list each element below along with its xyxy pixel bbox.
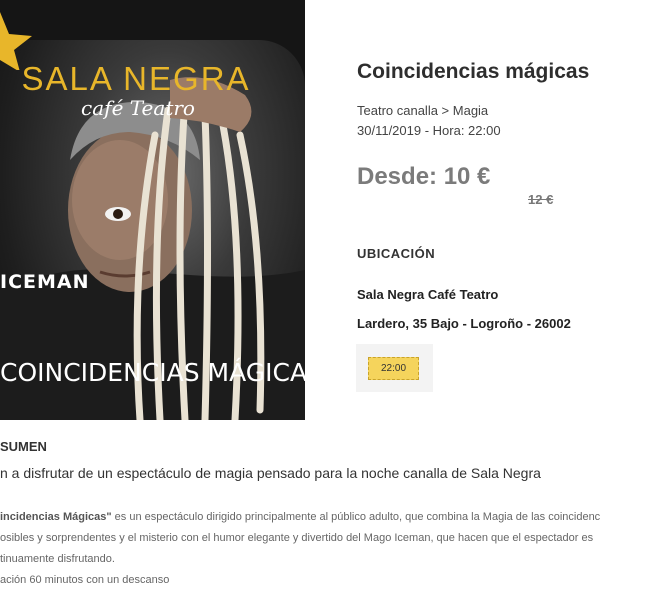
event-poster: SALA NEGRA café Teatro ICEMAN COINCIDENC… xyxy=(0,0,305,420)
summary-line-1: incidencias Mágicas" es un espectáculo d… xyxy=(0,507,660,528)
event-title: Coincidencias mágicas xyxy=(357,60,590,83)
venue-address: Lardero, 35 Bajo - Logroño - 26002 xyxy=(357,316,571,331)
summary-body: incidencias Mágicas" es un espectáculo d… xyxy=(0,507,660,570)
session-selector: 22:00 xyxy=(356,344,433,392)
poster-show-title: COINCIDENCIAS MÁGICAS xyxy=(0,358,305,387)
price-from: Desde: 10 € xyxy=(357,163,491,190)
location-heading: UBICACIÓN xyxy=(357,246,436,261)
summary-show-title: incidencias Mágicas" xyxy=(0,511,112,523)
duration-info: ación 60 minutos con un descanso xyxy=(0,574,170,586)
venue-name: Sala Negra Café Teatro xyxy=(357,287,499,302)
summary-line-2: osibles y sorprendentes y el misterio co… xyxy=(0,532,594,544)
event-category[interactable]: Teatro canalla > Magia xyxy=(357,103,488,118)
session-time-button[interactable]: 22:00 xyxy=(368,357,419,380)
summary-lead: n a disfrutar de un espectáculo de magia… xyxy=(0,465,541,481)
summary-line-1-text: es un espectáculo dirigido principalment… xyxy=(111,511,601,523)
poster-venue-logo: SALA NEGRA xyxy=(21,60,251,97)
event-date: 30/11/2019 - Hora: 22:00 xyxy=(357,123,501,138)
summary-line-3: tinuamente disfrutando. xyxy=(0,553,115,565)
summary-heading: SUMEN xyxy=(0,439,47,454)
price-old: 12 € xyxy=(528,192,554,207)
poster-venue-subtitle: café Teatro xyxy=(81,96,195,120)
poster-artist-name: ICEMAN xyxy=(0,271,90,293)
